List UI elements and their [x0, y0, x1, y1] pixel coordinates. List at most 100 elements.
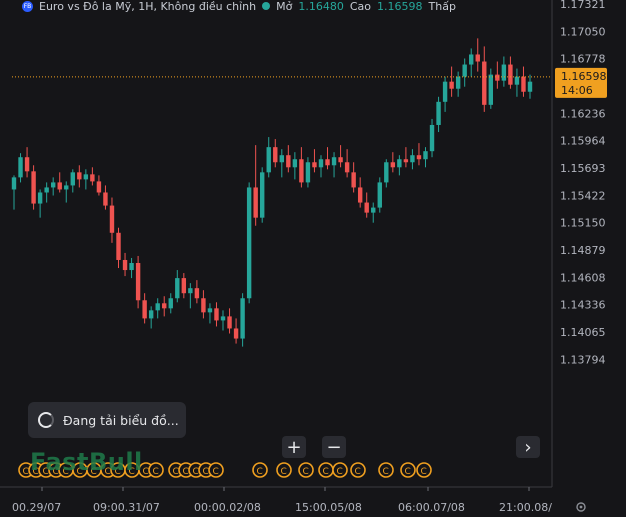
candle-body: [188, 288, 193, 294]
candle-body: [475, 54, 480, 62]
candle-body: [416, 155, 422, 160]
event-marker-glyph: C: [143, 467, 149, 477]
candle-body: [31, 171, 36, 204]
candle-body: [175, 278, 180, 299]
market-status-icon: [262, 2, 271, 10]
candle-body: [148, 310, 154, 319]
settings-icon[interactable]: [576, 502, 586, 512]
candle-body: [410, 155, 415, 163]
price-tick-label: 1.14879: [560, 244, 606, 257]
low-label: Thấp: [428, 0, 456, 12]
candle-body: [135, 262, 141, 301]
symbol-title[interactable]: Euro vs Đô la Mỹ, 1H, Không điều chỉnh: [39, 0, 256, 12]
price-tick-label: 1.17321: [560, 0, 606, 11]
chart-header: FB Euro vs Đô la Mỹ, 1H, Không điều chỉn…: [0, 0, 552, 12]
candle-body: [220, 316, 226, 321]
candle-body: [279, 155, 284, 163]
event-marker-glyph: C: [203, 467, 209, 477]
price-tick-label: 1.15693: [560, 162, 606, 175]
event-marker-glyph: C: [421, 467, 427, 477]
candle-body: [312, 162, 317, 168]
candle-body: [57, 182, 62, 190]
candle-body: [50, 182, 56, 188]
price-tick-label: 1.14065: [560, 326, 606, 339]
price-chart[interactable]: CCCCCCCCCCCCCCCCCCCCCCCCCC 1.17321 1.1705…: [0, 0, 626, 514]
candle-body: [338, 157, 343, 163]
candle-body: [508, 64, 513, 85]
candle-body: [266, 147, 271, 173]
candle-body: [155, 303, 160, 311]
candle-body: [449, 81, 454, 89]
candle-body: [11, 177, 17, 190]
loading-text: Đang tải biểu đồ...: [63, 412, 179, 428]
candle-body: [168, 298, 173, 309]
candle-body: [331, 157, 337, 166]
candle-body: [436, 101, 441, 125]
time-tick-label: 15:00.05/08: [295, 501, 362, 513]
candle-body: [344, 162, 350, 173]
candle-body: [469, 54, 474, 65]
price-tag-time: 14:06: [561, 84, 593, 97]
price-tick-label: 1.16236: [560, 107, 606, 120]
price-tick-label: 1.14336: [560, 299, 606, 312]
price-tick-label: 1.15422: [560, 189, 606, 202]
candle-body: [286, 155, 291, 168]
candle-body: [70, 172, 75, 186]
event-marker-glyph: C: [183, 467, 189, 477]
candle-body: [201, 298, 206, 313]
price-tick-label: 1.15964: [560, 135, 606, 148]
candle-body: [64, 185, 69, 190]
candle-body: [96, 181, 102, 193]
symbol-logo-icon: FB: [22, 0, 33, 12]
candle-body: [227, 316, 232, 329]
price-axis[interactable]: 1.173211.170501.167781.165071.162361.159…: [560, 0, 606, 366]
watermark-logo: FastBull: [30, 448, 143, 476]
event-marker-glyph: C: [303, 467, 309, 477]
candle-body: [488, 74, 494, 105]
price-tick-label: 1.16778: [560, 53, 606, 66]
candle-body: [162, 303, 167, 309]
candle-body: [384, 162, 389, 183]
price-tick-label: 1.14608: [560, 271, 606, 284]
candle-body: [207, 308, 213, 313]
candle-body: [482, 61, 487, 105]
candle-body: [18, 157, 23, 178]
zoom-out-button[interactable]: −: [322, 436, 346, 458]
event-marker-glyph: C: [213, 467, 219, 477]
candle-body: [260, 172, 265, 218]
event-marker-glyph: C: [23, 467, 29, 477]
high-value: 1.16598: [377, 0, 423, 12]
candle-body: [455, 76, 461, 89]
zoom-in-button[interactable]: +: [282, 436, 306, 458]
candle-body: [423, 151, 428, 160]
candle-body: [442, 81, 448, 102]
candle-body: [292, 159, 298, 168]
candle-body: [103, 192, 108, 206]
candle-body: [501, 64, 507, 81]
candle-body: [364, 202, 369, 213]
current-price-tag: 1.16598 14:06: [555, 67, 607, 98]
time-tick-label: 09:00.31/07: [93, 501, 160, 513]
scroll-right-button[interactable]: ›: [516, 436, 540, 458]
time-axis[interactable]: 00.29/07 09:00.31/07 00:00.02/08 15:00.05/0…: [12, 487, 552, 514]
time-tick-label: 21:00.08/: [499, 501, 552, 513]
candle-body: [129, 262, 134, 271]
candle-body: [403, 159, 409, 163]
candle-body: [83, 174, 89, 180]
open-label: Mở: [276, 0, 293, 12]
candle-body: [122, 259, 128, 271]
time-tick-label: 06:00.07/08: [398, 501, 465, 513]
time-tick-label: 00:00.02/08: [194, 501, 261, 513]
candle-body: [357, 187, 363, 203]
candle-body: [240, 298, 245, 339]
event-marker-glyph: C: [153, 467, 159, 477]
candle-body: [116, 232, 121, 260]
candle-body: [371, 207, 376, 213]
candle-body: [390, 162, 396, 168]
candle-body: [514, 76, 520, 85]
candle-body: [318, 159, 324, 168]
event-marker-glyph: C: [193, 467, 199, 477]
price-tick-label: 1.15150: [560, 217, 606, 230]
candle-body: [233, 328, 239, 339]
loading-toast: Đang tải biểu đồ...: [28, 402, 186, 438]
